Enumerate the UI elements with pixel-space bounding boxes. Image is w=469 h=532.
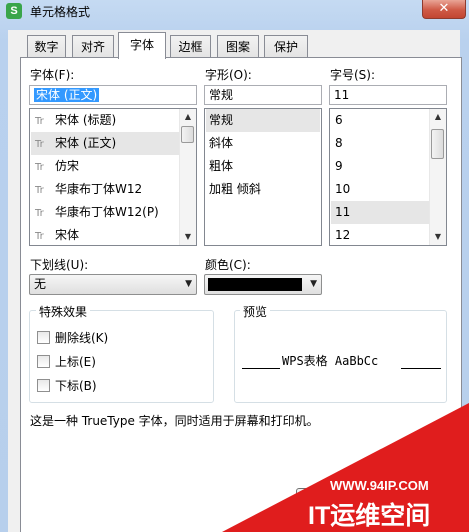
truetype-font-icon: Tr: [35, 208, 44, 219]
scroll-thumb[interactable]: [431, 129, 444, 159]
dropdown-arrow-icon: ▼: [310, 279, 317, 289]
font-name-input[interactable]: 宋体 (正文): [29, 85, 197, 105]
scroll-thumb[interactable]: [181, 126, 194, 143]
preview-sample-text: WPS表格 AaBbCc: [282, 354, 379, 368]
font-size-input[interactable]: 11: [329, 85, 447, 105]
color-label: 颜色(C):: [205, 258, 251, 272]
font-style-item[interactable]: 加粗 倾斜: [206, 178, 320, 201]
dropdown-arrow-icon: ▼: [185, 279, 192, 289]
font-list-item[interactable]: Tr 宋体 (标题): [31, 109, 180, 132]
scroll-down-arrow-icon[interactable]: ▼: [430, 229, 446, 245]
font-list-item[interactable]: Tr 仿宋: [31, 155, 180, 178]
superscript-label[interactable]: 上标(E): [55, 354, 96, 370]
font-list-scrollbar[interactable]: ▲ ▼: [179, 109, 196, 245]
superscript-checkbox[interactable]: [37, 355, 50, 368]
truetype-font-icon: Tr: [35, 162, 44, 173]
color-picker[interactable]: ▼: [204, 274, 322, 295]
subscript-checkbox[interactable]: [37, 379, 50, 392]
truetype-font-icon: Tr: [35, 185, 44, 196]
title-bar[interactable]: S 单元格格式 ✕: [0, 0, 469, 22]
tab-font[interactable]: 字体: [118, 32, 166, 59]
font-style-item[interactable]: 常规: [206, 109, 320, 132]
truetype-font-icon: Tr: [35, 139, 44, 150]
font-style-item[interactable]: 粗体: [206, 155, 320, 178]
strikethrough-label[interactable]: 删除线(K): [55, 330, 108, 346]
truetype-font-icon: Tr: [35, 231, 44, 242]
wps-app-icon: S: [6, 3, 22, 19]
font-size-scrollbar[interactable]: ▲ ▼: [429, 109, 446, 245]
underline-label: 下划线(U):: [30, 258, 89, 272]
watermark-url: WWW.94IP.COM: [330, 478, 429, 493]
font-size-label: 字号(S):: [330, 68, 376, 82]
effects-legend: 特殊效果: [36, 303, 91, 320]
subscript-label[interactable]: 下标(B): [55, 378, 97, 394]
font-size-item[interactable]: 6: [331, 109, 430, 132]
preview-baseline-right: [401, 368, 441, 369]
underline-value: 无: [34, 277, 47, 291]
tab-pattern[interactable]: 图案: [217, 35, 259, 58]
preview-baseline-left: [242, 368, 280, 369]
format-cells-dialog: S 单元格格式 ✕ 数字 对齐 字体 边框 图案 保护 字体(F): 宋体 (正…: [0, 0, 469, 532]
font-list-item[interactable]: Tr 宋体: [31, 224, 180, 245]
underline-select[interactable]: 无 ▼: [29, 274, 197, 295]
tab-number[interactable]: 数字: [27, 35, 66, 58]
scroll-down-arrow-icon[interactable]: ▼: [180, 229, 196, 245]
font-style-item[interactable]: 斜体: [206, 132, 320, 155]
font-list[interactable]: Tr 宋体 (标题) Tr 宋体 (正文) Tr 仿宋 Tr 华康布丁体W12 Tr 华康…: [29, 108, 197, 246]
font-size-item[interactable]: 11: [331, 201, 430, 224]
font-name-value: 宋体 (正文): [34, 88, 100, 102]
close-button[interactable]: ✕: [422, 0, 466, 19]
color-swatch: [208, 278, 302, 291]
font-list-item[interactable]: Tr 宋体 (正文): [31, 132, 180, 155]
font-size-item[interactable]: 10: [331, 178, 430, 201]
font-size-list[interactable]: 6 8 9 10 11 12 ▲ ▼: [329, 108, 447, 246]
font-list-item[interactable]: Tr 华康布丁体W12(P): [31, 201, 180, 224]
preview-legend: 预览: [240, 303, 271, 320]
scroll-up-arrow-icon[interactable]: ▲: [180, 109, 196, 125]
tab-alignment[interactable]: 对齐: [72, 35, 114, 58]
strikethrough-checkbox[interactable]: [37, 331, 50, 344]
font-style-input[interactable]: 常规: [204, 85, 322, 105]
scroll-up-arrow-icon[interactable]: ▲: [430, 109, 446, 125]
font-size-item[interactable]: 8: [331, 132, 430, 155]
font-list-item[interactable]: Tr 华康布丁体W12: [31, 178, 180, 201]
window-title: 单元格格式: [30, 5, 91, 19]
font-style-label: 字形(O):: [205, 68, 252, 82]
truetype-font-icon: Tr: [35, 116, 44, 127]
font-size-item[interactable]: 12: [331, 224, 430, 245]
font-style-list[interactable]: 常规 斜体 粗体 加粗 倾斜: [204, 108, 322, 246]
font-label: 字体(F):: [30, 68, 75, 82]
watermark-name: IT运维空间: [308, 502, 431, 530]
tab-protection[interactable]: 保护: [264, 35, 308, 58]
font-size-item[interactable]: 9: [331, 155, 430, 178]
tab-border[interactable]: 边框: [170, 35, 211, 58]
